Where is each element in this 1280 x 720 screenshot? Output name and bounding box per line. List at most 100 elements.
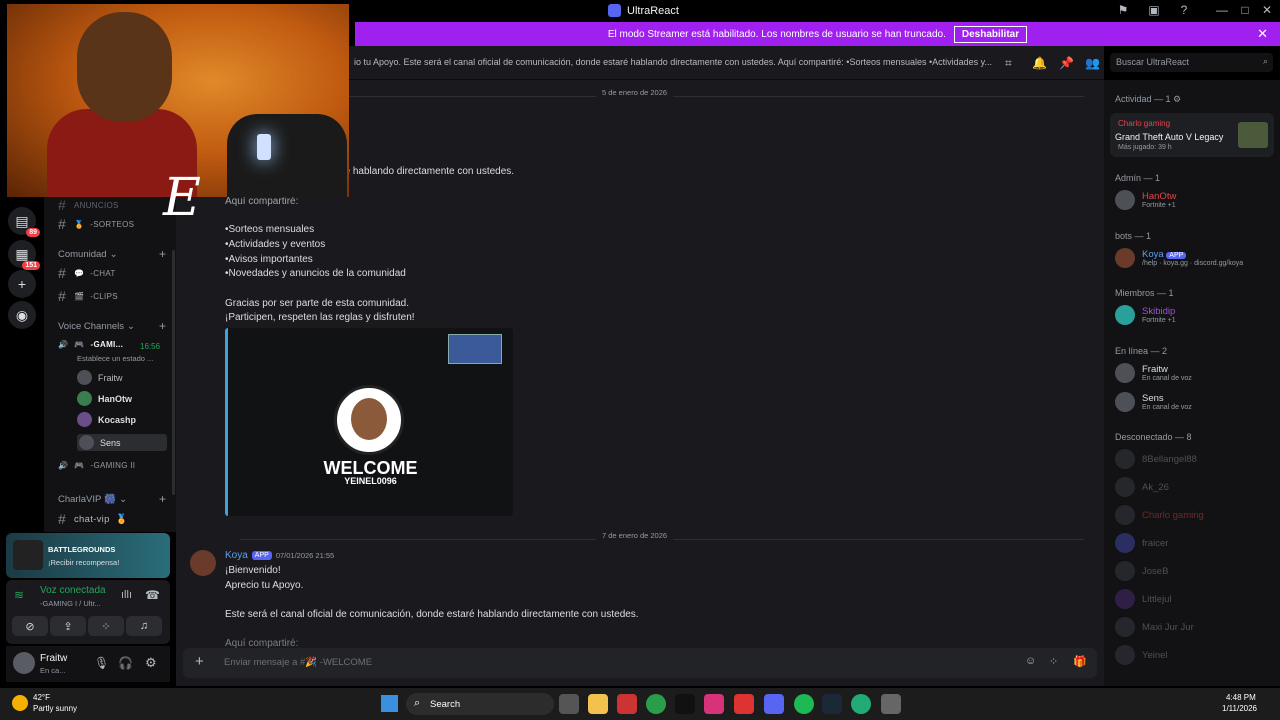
- close-window-button[interactable]: ✕: [1259, 3, 1275, 17]
- screen-share-button[interactable]: ⇪: [50, 616, 86, 636]
- member-item[interactable]: Ak_26: [1115, 477, 1169, 497]
- app-badge: APP: [251, 551, 272, 560]
- voice-user[interactable]: HanOtw: [77, 391, 132, 406]
- promo-cta[interactable]: ¡Recibir recompensa!: [48, 558, 119, 567]
- gift-icon[interactable]: 🎁: [1073, 655, 1087, 668]
- category-voice[interactable]: Voice Channels ⌄: [58, 321, 135, 332]
- avatar[interactable]: [13, 652, 35, 674]
- disconnect-icon[interactable]: ☎: [145, 588, 160, 602]
- task-view-icon[interactable]: [559, 694, 579, 714]
- chevron-down-icon: ⌄: [127, 321, 135, 332]
- voice-status[interactable]: Establece un estado ...: [77, 354, 153, 363]
- members-icon[interactable]: 👥: [1085, 56, 1100, 70]
- signal-icon[interactable]: ≋: [14, 588, 24, 602]
- channel-clips[interactable]: # 🎬 -CLIPS: [58, 288, 118, 304]
- camera-off-button[interactable]: ⊘: [12, 616, 48, 636]
- sidebar-scrollbar[interactable]: [172, 250, 175, 495]
- clock-time[interactable]: 4:48 PM: [1226, 693, 1256, 702]
- member-item[interactable]: Fraitw En canal de voz: [1115, 363, 1192, 383]
- channel-topic[interactable]: io tu Apoyo. Este será el canal oficial …: [354, 57, 994, 67]
- activity-card[interactable]: Charlo gaming Grand Theft Auto V Legacy …: [1110, 113, 1274, 157]
- game-logo-icon: [13, 540, 43, 570]
- promo-card[interactable]: BATTLEGROUNDS ¡Recibir recompensa!: [6, 533, 170, 578]
- voice-channel-label[interactable]: -GAMING I / Ultr...: [40, 599, 101, 608]
- add-channel-icon[interactable]: +: [159, 492, 166, 506]
- voice-user[interactable]: Sens: [77, 434, 167, 451]
- activity-header: Actividad — 1 ⚙: [1115, 94, 1182, 104]
- member-item[interactable]: Koya APP/help · koya.gg · discord.gg/koy…: [1115, 248, 1243, 268]
- activities-button[interactable]: ⁘: [88, 616, 124, 636]
- channel-chat[interactable]: # 💬 -CHAT: [58, 265, 116, 281]
- member-item[interactable]: Charlo gaming: [1115, 505, 1204, 525]
- voice-user[interactable]: Kocashp: [77, 412, 136, 427]
- headphones-icon[interactable]: 🎧: [118, 656, 133, 670]
- screen-icon[interactable]: ▣: [1146, 3, 1162, 17]
- category-vip[interactable]: CharlaVIP 🎆 ⌄: [58, 494, 127, 505]
- add-channel-icon[interactable]: +: [159, 319, 166, 333]
- server-icon[interactable]: ▤ 89: [8, 207, 40, 237]
- microphone-icon[interactable]: 🎙: [94, 656, 109, 670]
- member-item[interactable]: HanOtw Fortnite +1: [1115, 190, 1176, 210]
- clock-date[interactable]: 1/11/2026: [1222, 704, 1257, 713]
- member-item[interactable]: Yeinel: [1115, 645, 1168, 665]
- pin-icon[interactable]: 📌: [1059, 56, 1074, 70]
- voice-channel-gaming-1[interactable]: 🔊 🎮 -GAMI...: [58, 340, 123, 349]
- author-name[interactable]: Koya: [225, 550, 248, 561]
- message-composer[interactable]: + Enviar mensaje a #🎉 -WELCOME ☺ ⁘ 🎁: [183, 648, 1097, 678]
- minimize-button[interactable]: —: [1214, 3, 1230, 17]
- chrome-icon[interactable]: [646, 694, 666, 714]
- steam-icon[interactable]: [822, 694, 842, 714]
- member-item[interactable]: 8Bellangel88: [1115, 449, 1197, 469]
- member-item[interactable]: fraicer: [1115, 533, 1168, 553]
- settings-icon[interactable]: [881, 694, 901, 714]
- file-explorer-icon[interactable]: [588, 694, 608, 714]
- gear-icon[interactable]: ⚙: [145, 655, 157, 671]
- weather-icon[interactable]: [12, 695, 28, 711]
- youtube-icon[interactable]: [734, 694, 754, 714]
- weather-temp[interactable]: 42°F: [33, 693, 50, 702]
- channel-chat-vip[interactable]: # chat-vip 🏅: [58, 511, 128, 527]
- apps-icon[interactable]: ⁘: [1049, 655, 1058, 668]
- weather-desc[interactable]: Partly sunny: [33, 704, 77, 713]
- add-attachment-icon[interactable]: +: [195, 653, 204, 670]
- browser-icon[interactable]: [851, 694, 871, 714]
- add-server-icon[interactable]: +: [8, 270, 36, 298]
- channel-sorteos[interactable]: # 🏅 -SORTEOS: [58, 216, 134, 232]
- inbox-icon[interactable]: ⚑: [1115, 3, 1131, 17]
- emoji-icon[interactable]: ☺: [1025, 655, 1036, 667]
- member-item[interactable]: Sens En canal de voz: [1115, 392, 1192, 412]
- message-input[interactable]: Enviar mensaje a #🎉 -WELCOME: [224, 657, 372, 668]
- maximize-button[interactable]: □: [1237, 3, 1253, 17]
- embed-thumbnail[interactable]: [448, 334, 502, 364]
- search-input[interactable]: Buscar UltraReact ⌕: [1110, 53, 1273, 72]
- soundboard-button[interactable]: ♫: [126, 616, 162, 636]
- threads-icon[interactable]: ⌗: [1005, 56, 1012, 71]
- member-item[interactable]: Skibidip Fortnite +1: [1115, 305, 1176, 325]
- avatar[interactable]: [190, 550, 216, 576]
- voice-channel-gaming-2[interactable]: 🔊 🎮 -GAMING II: [58, 461, 135, 470]
- voice-status-label: Voz conectada: [40, 585, 106, 596]
- noise-suppression-icon[interactable]: ıllı: [121, 589, 132, 601]
- member-item[interactable]: JoseB: [1115, 561, 1168, 581]
- avatar: [1115, 533, 1135, 553]
- bell-icon[interactable]: 🔔: [1032, 56, 1047, 70]
- discover-icon[interactable]: ◉: [8, 301, 36, 329]
- welcome-embed[interactable]: WELCOME YEINEL0096: [225, 328, 513, 516]
- channel-anuncios[interactable]: # ANUNCIOS: [58, 197, 119, 213]
- server-icon[interactable]: ▦ 151: [8, 240, 40, 270]
- member-item[interactable]: Maxi Jur Jur: [1115, 617, 1194, 637]
- app-icon[interactable]: [617, 694, 637, 714]
- tiktok-icon[interactable]: [675, 694, 695, 714]
- search-box[interactable]: ⌕ Search: [406, 693, 554, 715]
- disable-streamer-button[interactable]: Deshabilitar: [953, 25, 1028, 43]
- add-channel-icon[interactable]: +: [159, 247, 166, 261]
- voice-user[interactable]: Fraitw: [77, 370, 123, 385]
- member-item[interactable]: Littlejul: [1115, 589, 1172, 609]
- spotify-icon[interactable]: [794, 694, 814, 714]
- banner-close-icon[interactable]: ✕: [1257, 26, 1268, 42]
- help-icon[interactable]: ?: [1176, 3, 1192, 17]
- category-comunidad[interactable]: Comunidad ⌄: [58, 249, 118, 260]
- instagram-icon[interactable]: [704, 694, 724, 714]
- discord-icon[interactable]: [764, 694, 784, 714]
- windows-start-icon[interactable]: [381, 695, 398, 712]
